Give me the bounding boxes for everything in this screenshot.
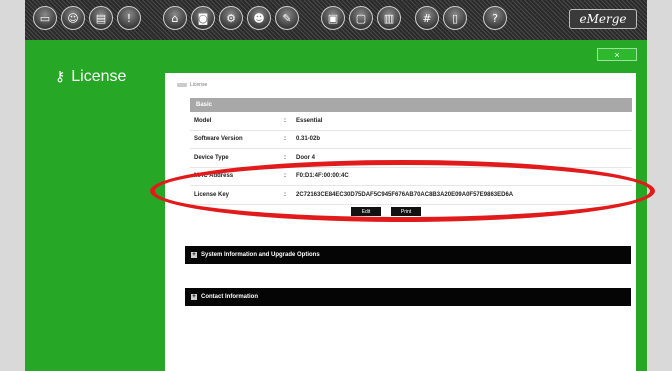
license-row: Device Type: Door 4 <box>190 149 632 168</box>
row-label: License Key <box>194 191 230 198</box>
row-separator: : <box>284 117 286 124</box>
expand-icon: + <box>191 294 197 300</box>
row-value: Door 4 <box>296 154 316 161</box>
report-icon[interactable]: ▣ <box>321 6 345 30</box>
contact-info-label: Contact Information <box>201 294 258 300</box>
monitor-icon[interactable]: ▭ <box>33 6 57 30</box>
keypad-icon[interactable]: # <box>415 6 439 30</box>
license-row: License Key: 2C72163CE84EC30D75DAF5C945F6… <box>190 186 632 205</box>
document-icon[interactable]: ▢ <box>349 6 373 30</box>
breadcrumb: License <box>177 82 207 88</box>
row-value: F0:D1:4F:00:00:4C <box>296 173 349 180</box>
close-button[interactable]: × <box>597 48 637 61</box>
edit-button[interactable]: Edit <box>351 207 381 216</box>
license-row: Model: Essential <box>190 112 632 131</box>
chart-icon[interactable]: ▥ <box>377 6 401 30</box>
row-label: Device Type <box>194 154 229 161</box>
license-row: MAC Address: F0:D1:4F:00:00:4C <box>190 168 632 186</box>
print-button[interactable]: Print <box>391 207 421 216</box>
row-label: Software Version <box>194 136 243 143</box>
row-value: 0.31-02b <box>296 136 321 143</box>
floorplan-icon[interactable]: ▯ <box>443 6 467 30</box>
license-panel: License Basic Model: Essential Software Ve… <box>165 73 636 371</box>
door-icon[interactable]: ⌂ <box>163 6 187 30</box>
key-icon: ⚷ <box>55 69 66 85</box>
help-icon[interactable]: ? <box>483 6 507 30</box>
row-separator: : <box>284 136 286 143</box>
system-info-label: System Information and Upgrade Options <box>201 252 320 258</box>
row-separator: : <box>284 191 286 198</box>
row-separator: : <box>284 154 286 161</box>
wrench-icon[interactable]: ✎ <box>275 6 299 30</box>
main-area: × ⚷ License License Basic Model: Essentia… <box>25 40 647 371</box>
license-row: Software Version: 0.31-02b <box>190 131 632 149</box>
page-heading: ⚷ License <box>55 68 126 86</box>
breadcrumb-label: License <box>190 82 208 88</box>
basic-section: Basic Model: Essential Software Version: 0.… <box>190 98 632 205</box>
action-buttons: Edit Print <box>351 207 421 216</box>
user-icon[interactable]: ☺ <box>61 6 85 30</box>
top-toolbar: ▭ ☺ ▤! ⌂ ◙ ⚙ ☻ ✎ ▣ ▢ ▥ # ▯? eMerge <box>25 0 647 41</box>
brand-logo: eMerge <box>569 9 637 29</box>
row-separator: : <box>284 173 286 180</box>
system-info-panel-header[interactable]: + System Information and Upgrade Options <box>185 246 631 264</box>
page-title: License <box>71 68 127 85</box>
settings-icon[interactable]: ⚙ <box>219 6 243 30</box>
alert-icon[interactable]: ! <box>117 6 141 30</box>
row-label: MAC Address <box>194 173 234 180</box>
contact-info-panel-header[interactable]: + Contact Information <box>185 288 631 306</box>
basic-section-header: Basic <box>190 98 632 112</box>
camera-icon[interactable]: ◙ <box>191 6 215 30</box>
row-label: Model <box>194 117 212 124</box>
people-icon[interactable]: ☻ <box>247 6 271 30</box>
breadcrumb-icon <box>177 83 187 87</box>
row-value: 2C72163CE84EC30D75DAF5C945F676AB70AC8B3A… <box>296 191 514 198</box>
card-icon[interactable]: ▤ <box>89 6 113 30</box>
row-value: Essential <box>296 117 323 124</box>
expand-icon: + <box>191 252 197 258</box>
